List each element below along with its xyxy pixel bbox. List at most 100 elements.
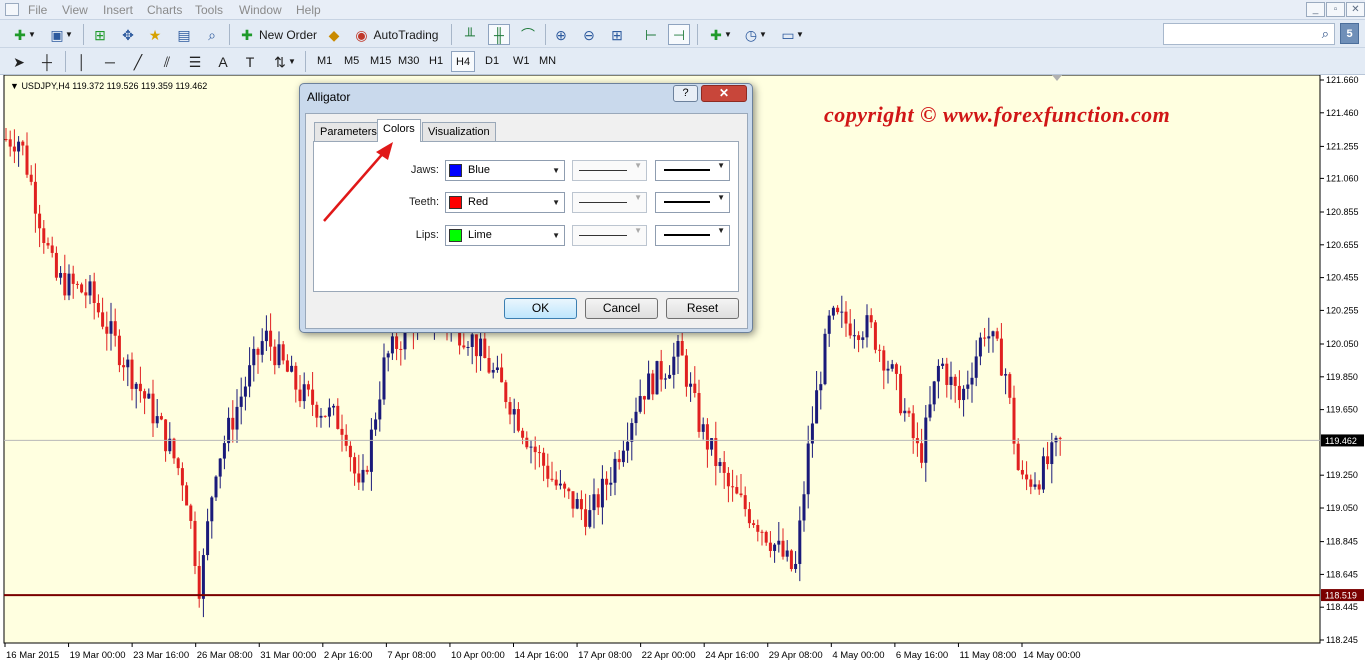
candle-body (147, 393, 151, 399)
text-button[interactable]: A (214, 51, 232, 72)
candle-body (819, 384, 823, 391)
fibonacci-button[interactable]: ☰ (184, 51, 206, 72)
trendline-icon: ╱ (133, 53, 143, 70)
menu-help[interactable]: Help (296, 3, 321, 17)
vertical-line-button[interactable]: │ (74, 51, 90, 72)
symbol-dropdown-icon[interactable]: ▼ (10, 81, 19, 91)
candle-body (374, 419, 378, 430)
tile-windows-button[interactable]: ⊞ (607, 24, 627, 45)
menu-view[interactable]: View (62, 3, 88, 17)
candlestick-button[interactable]: ╫ (488, 24, 510, 45)
indicators-button[interactable]: ✚ ▼ (704, 24, 736, 45)
candle-body (596, 494, 600, 508)
toolbar-separator (229, 24, 230, 45)
cursor-button[interactable]: ➤ (10, 51, 28, 72)
alligator-dialog: Alligator ? ✕ Parameters Colors Visualiz… (299, 83, 753, 333)
jaws-width-select[interactable]: ▼ (655, 160, 730, 181)
timeframe-mn[interactable]: MN (535, 51, 560, 72)
timeframe-h4[interactable]: H4 (451, 51, 476, 72)
auto-scroll-icon: ⊣ (672, 26, 686, 43)
candle-body (911, 413, 915, 439)
lips-width-select[interactable]: ▼ (655, 225, 730, 246)
help-button[interactable]: ? (673, 85, 698, 102)
new-chart-icon: ✚ (14, 26, 26, 43)
terminal-button[interactable]: ▤ (174, 24, 194, 45)
candle-body (760, 531, 764, 533)
equidistant-channel-button[interactable]: ⫽ (156, 51, 178, 72)
crosshair-button[interactable]: ┼ (38, 51, 56, 72)
teeth-style-select[interactable]: ▼ (572, 192, 647, 213)
timeframe-m1[interactable]: M1 (313, 51, 336, 72)
candle-body (462, 345, 466, 348)
candle-body (995, 331, 999, 339)
candle-body (17, 141, 21, 152)
candle-body (521, 430, 525, 438)
zoom-out-button[interactable]: ⊖ (579, 24, 599, 45)
timeframe-m30[interactable]: M30 (394, 51, 423, 72)
timeframe-m5[interactable]: M5 (340, 51, 363, 72)
ok-button[interactable]: OK (504, 298, 577, 319)
text-label-button[interactable]: T (240, 51, 260, 72)
candle-body (134, 383, 138, 389)
menu-tools[interactable]: Tools (195, 3, 223, 17)
search-icon[interactable]: ⌕ (1322, 26, 1329, 42)
new-order-button[interactable]: ✚ New Order (237, 24, 319, 45)
notifications-button[interactable]: 5 (1340, 23, 1359, 44)
jaws-style-select[interactable]: ▼ (572, 160, 647, 181)
candle-body (8, 139, 12, 147)
chart-shift-button[interactable]: ⊢ (641, 24, 661, 45)
menu-insert[interactable]: Insert (103, 3, 133, 17)
periods-button[interactable]: ◷ ▼ (739, 24, 771, 45)
templates-button[interactable]: ▭ ▼ (776, 24, 808, 45)
time-axis-label: 10 Apr 00:00 (451, 650, 505, 661)
teeth-color-select[interactable]: Red ▼ (445, 192, 565, 213)
zoom-in-button[interactable]: ⊕ (551, 24, 571, 45)
timeframe-w1[interactable]: W1 (509, 51, 534, 72)
autotrading-icon: ◉ (355, 26, 368, 43)
menu-window[interactable]: Window (239, 3, 282, 17)
trendline-button[interactable]: ╱ (128, 51, 148, 72)
restore-button[interactable]: ▫ (1326, 2, 1345, 17)
candle-body (399, 348, 403, 350)
app-icon[interactable] (5, 3, 19, 16)
jaws-color-select[interactable]: Blue ▼ (445, 160, 565, 181)
autotrading-button[interactable]: ◉ AutoTrading (350, 24, 442, 45)
new-chart-button[interactable]: ✚ ▼ (8, 24, 40, 45)
menu-bar: File View Insert Charts Tools Window Hel… (0, 0, 1365, 20)
market-watch-button[interactable]: ⊞ (90, 24, 110, 45)
lips-style-select[interactable]: ▼ (572, 225, 647, 246)
candle-body (840, 311, 844, 313)
profiles-button[interactable]: ▣ ▼ (45, 24, 77, 45)
navigator-button[interactable]: ★ (145, 24, 165, 45)
metaeditor-button[interactable]: ◆ (324, 24, 344, 45)
teeth-width-select[interactable]: ▼ (655, 192, 730, 213)
close-window-button[interactable]: ✕ (1346, 2, 1365, 17)
tab-parameters[interactable]: Parameters (314, 122, 383, 141)
arrows-button[interactable]: ⇅ ▼ (268, 51, 300, 72)
dialog-body: Parameters Colors Visualization Jaws: Bl… (305, 113, 748, 329)
reset-button[interactable]: Reset (666, 298, 739, 319)
search-input[interactable]: ⌕ (1163, 23, 1335, 45)
timeframe-m15[interactable]: M15 (366, 51, 395, 72)
candle-body (201, 555, 205, 599)
tab-visualization[interactable]: Visualization (422, 122, 496, 141)
strategy-tester-button[interactable]: ⌕ (202, 24, 222, 45)
candle-body (966, 384, 970, 389)
menu-charts[interactable]: Charts (147, 3, 182, 17)
close-dialog-button[interactable]: ✕ (701, 85, 747, 102)
chevron-down-icon: ▼ (552, 231, 560, 240)
cancel-button[interactable]: Cancel (585, 298, 658, 319)
price-axis-label: 120.655 (1326, 240, 1359, 250)
data-window-button[interactable]: ✥ (118, 24, 138, 45)
lips-color-select[interactable]: Lime ▼ (445, 225, 565, 246)
auto-scroll-button[interactable]: ⊣ (668, 24, 690, 45)
bar-chart-button[interactable]: ╨ (460, 24, 480, 45)
timeframe-h1[interactable]: H1 (425, 51, 447, 72)
horizontal-line-button[interactable]: ─ (100, 51, 120, 72)
tab-colors[interactable]: Colors (377, 119, 421, 142)
line-chart-button[interactable]: ⌒ (518, 24, 538, 45)
candle-body (542, 452, 546, 466)
menu-file[interactable]: File (28, 3, 47, 17)
timeframe-d1[interactable]: D1 (481, 51, 503, 72)
minimize-button[interactable]: _ (1306, 2, 1325, 17)
